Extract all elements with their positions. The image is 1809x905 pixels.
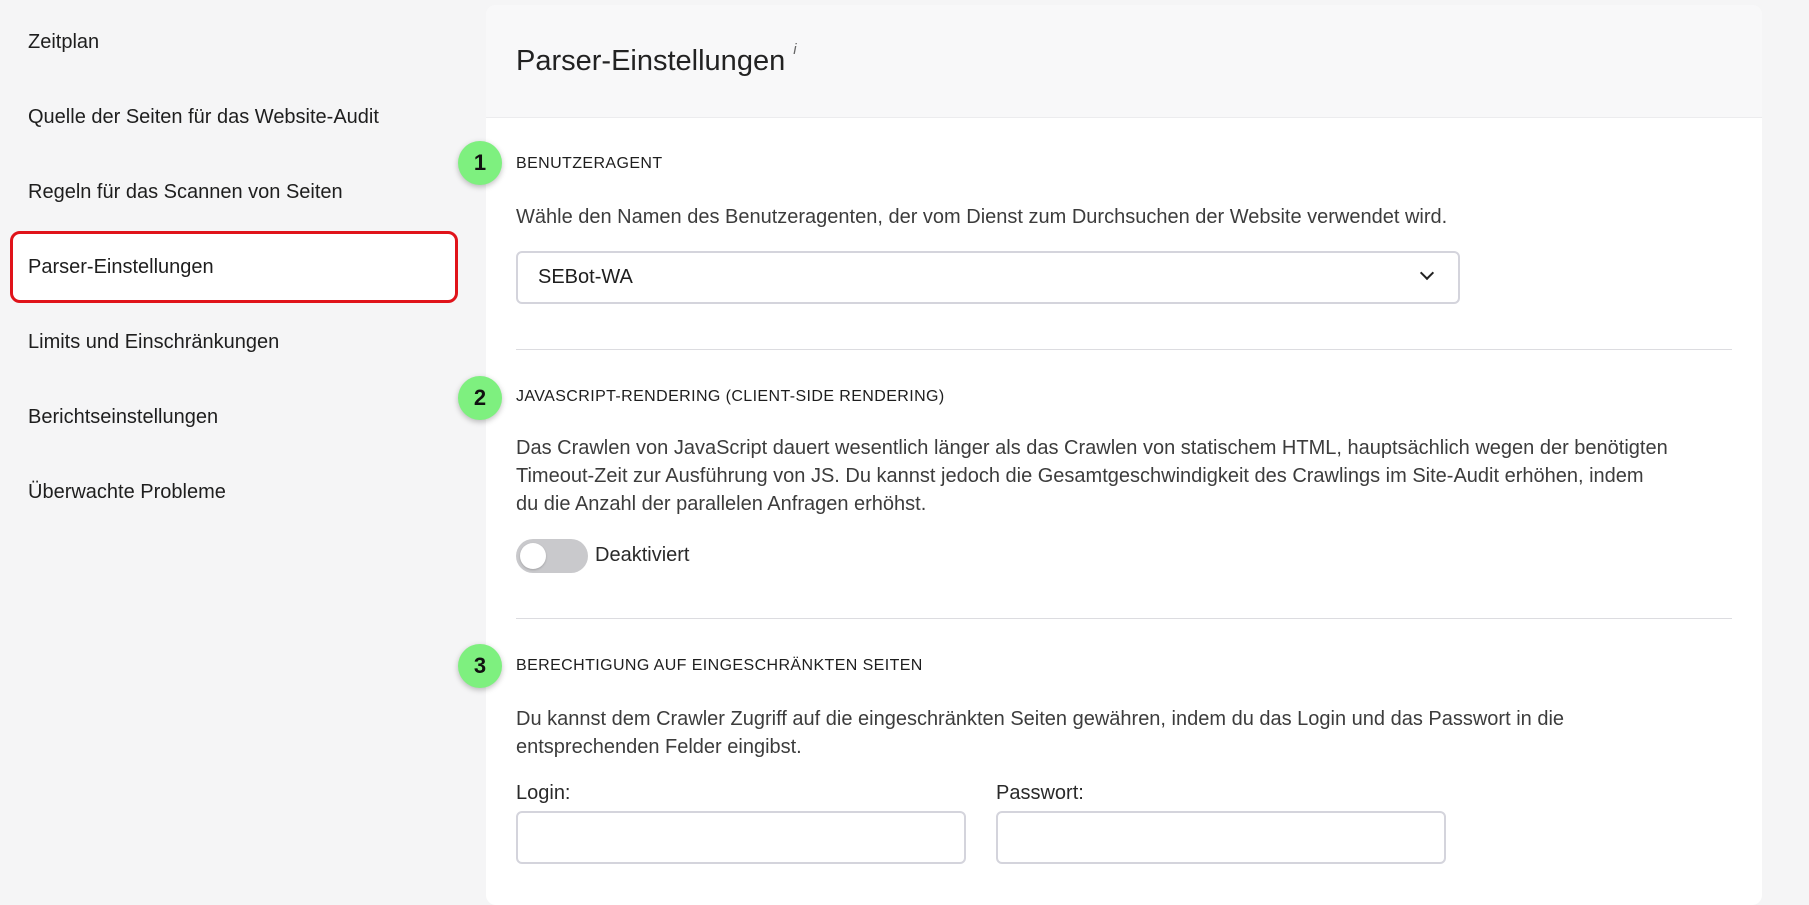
- password-field[interactable]: [996, 811, 1446, 864]
- user-agent-description: Wähle den Namen des Benutzeragenten, der…: [516, 206, 1448, 228]
- sidebar-item-label: Parser-Einstellungen: [28, 255, 214, 278]
- section-description: Wähle den Namen des Benutzeragenten, der…: [516, 203, 1732, 231]
- step-badge-1: 1: [458, 141, 502, 185]
- user-agent-selected-value: SEBot-WA: [538, 266, 633, 288]
- sidebar-item-parser-settings[interactable]: Parser-Einstellungen: [10, 231, 458, 303]
- sidebar-item-label: Überwachte Probleme: [28, 480, 226, 503]
- password-label: Passwort:: [996, 782, 1084, 804]
- js-rendering-toggle[interactable]: [516, 539, 588, 573]
- description-line: Timeout-Zeit zur Ausführung von JS. Du k…: [516, 465, 1644, 487]
- description-line: Das Crawlen von JavaScript dauert wesent…: [516, 437, 1668, 459]
- page-title: Parser-Einstellungen: [516, 44, 786, 77]
- section-title: BERECHTIGUNG AUF EINGESCHRÄNKTEN SEITEN: [516, 657, 923, 674]
- sidebar-item-label: Regeln für das Scannen von Seiten: [28, 180, 343, 203]
- sidebar-item-label: Limits und Einschränkungen: [28, 330, 280, 353]
- sidebar-item-label: Berichtseinstellungen: [28, 405, 219, 428]
- js-rendering-toggle-label: Deaktiviert: [595, 544, 690, 566]
- description-line: entsprechenden Felder eingibst.: [516, 736, 802, 758]
- step-badge-3: 3: [458, 644, 502, 688]
- login-label: Login:: [516, 782, 571, 804]
- divider: [516, 349, 1732, 350]
- section-auth: BERECHTIGUNG AUF EINGESCHRÄNKTEN SEITEN: [516, 657, 1732, 675]
- section-js-rendering: JAVASCRIPT-RENDERING (CLIENT-SIDE RENDER…: [516, 388, 1732, 406]
- sidebar-item-zeitplan[interactable]: Zeitplan: [10, 6, 458, 78]
- sidebar-item-scan-rules[interactable]: Regeln für das Scannen von Seiten: [10, 156, 458, 228]
- sidebar-item-monitored-issues[interactable]: Überwachte Probleme: [10, 456, 458, 528]
- sidebar-item-page-source[interactable]: Quelle der Seiten für das Website-Audit: [10, 81, 458, 153]
- sidebar: Zeitplan Quelle der Seiten für das Websi…: [0, 0, 470, 888]
- panel-header: Parser-Einstellungen i: [486, 5, 1762, 118]
- step-badge-2: 2: [458, 376, 502, 420]
- sidebar-item-limits[interactable]: Limits und Einschränkungen: [10, 306, 458, 378]
- divider: [516, 618, 1732, 619]
- section-title: JAVASCRIPT-RENDERING (CLIENT-SIDE RENDER…: [516, 388, 945, 405]
- js-rendering-description: Das Crawlen von JavaScript dauert wesent…: [516, 434, 1732, 518]
- settings-panel: Parser-Einstellungen i BENUTZERAGENT Wäh…: [486, 5, 1762, 905]
- sidebar-item-label: Quelle der Seiten für das Website-Audit: [28, 105, 379, 128]
- description-line: du die Anzahl der parallelen Anfragen er…: [516, 493, 927, 515]
- section-user-agent: BENUTZERAGENT: [516, 155, 1732, 173]
- section-title: BENUTZERAGENT: [516, 155, 663, 172]
- user-agent-select[interactable]: SEBot-WA: [516, 251, 1460, 304]
- toggle-knob: [520, 543, 546, 569]
- info-icon[interactable]: i: [793, 41, 796, 58]
- auth-description: Du kannst dem Crawler Zugriff auf die ei…: [516, 705, 1732, 761]
- description-line: Du kannst dem Crawler Zugriff auf die ei…: [516, 708, 1565, 730]
- sidebar-item-report-settings[interactable]: Berichtseinstellungen: [10, 381, 458, 453]
- login-field[interactable]: [516, 811, 966, 864]
- sidebar-item-label: Zeitplan: [28, 30, 100, 53]
- chevron-down-icon: [1419, 265, 1435, 281]
